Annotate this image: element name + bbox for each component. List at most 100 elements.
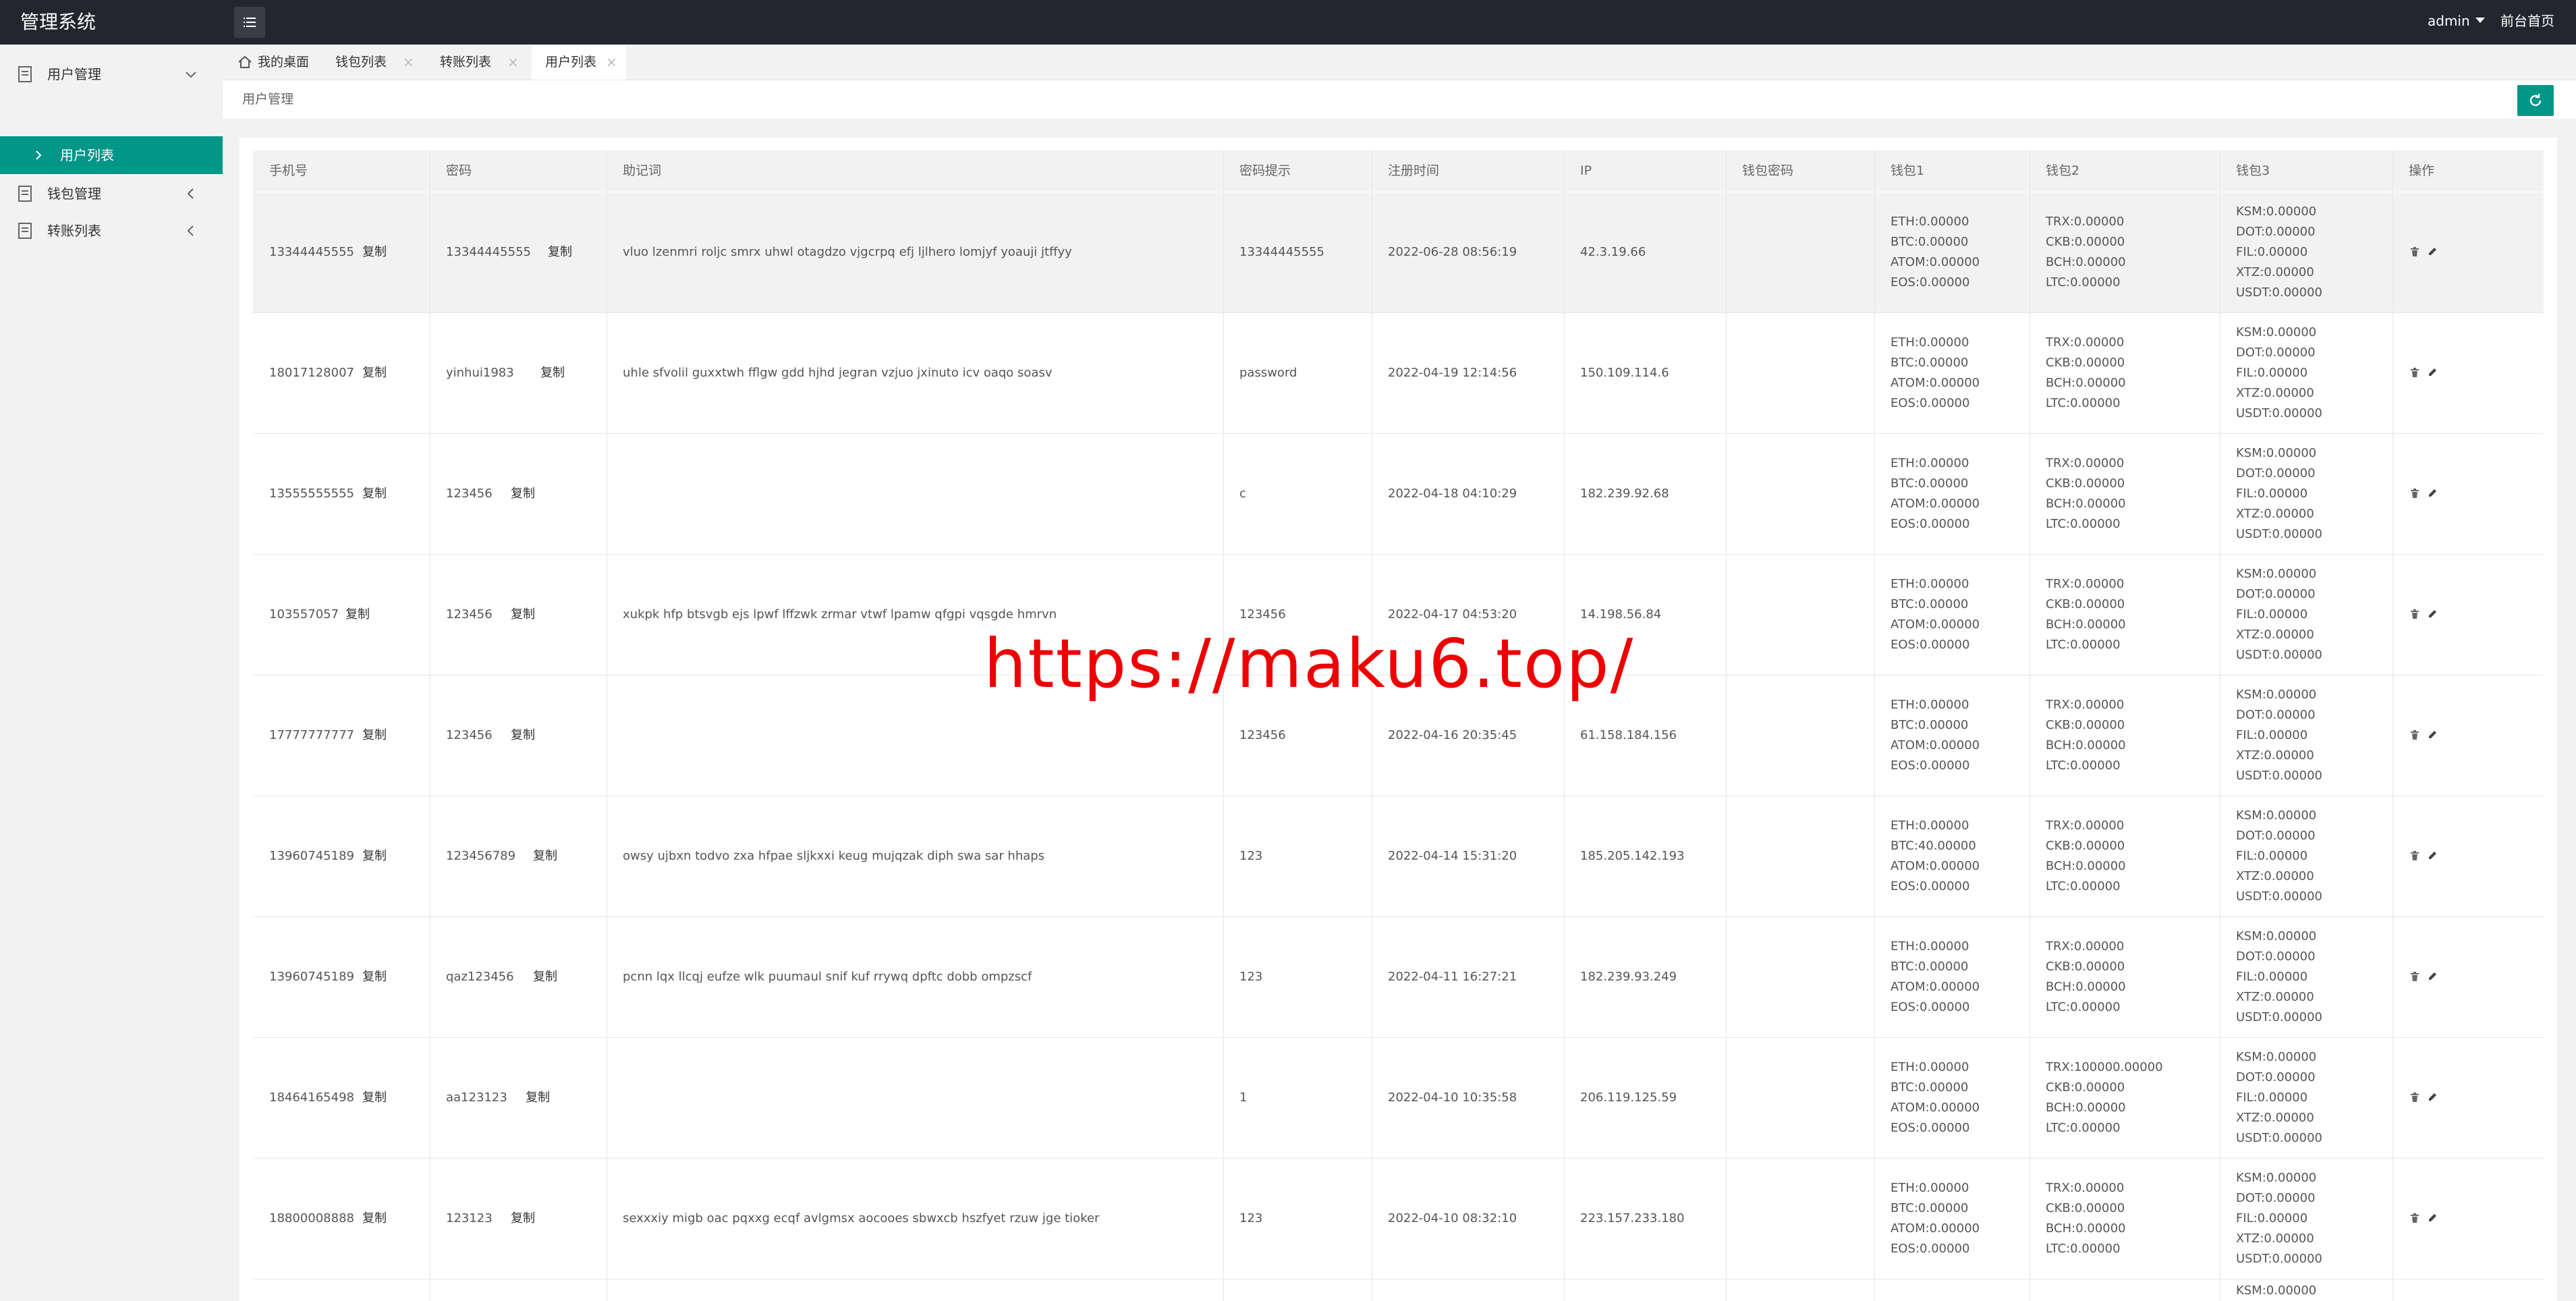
wallet-balance: TRX:0.00000 <box>2046 215 2125 229</box>
wallet-balance: BTC:40.00000 <box>1891 839 1976 853</box>
copy-button[interactable]: 复制 <box>362 434 387 554</box>
column-header-wallet3: 钱包3 <box>2236 163 2270 178</box>
copy-button[interactable]: 复制 <box>345 555 370 675</box>
delete-icon[interactable] <box>2409 367 2420 378</box>
wallet2-cell: TRX:0.00000 CKB:0.00000 BCH:0.00000 LTC:0.0… <box>2046 434 2126 554</box>
wallet2-cell: TRX:0.00000 CKB:0.00000 BCH:0.00000 LTC:0.0… <box>2046 192 2126 312</box>
copy-button[interactable]: 复制 <box>511 555 535 675</box>
password-hint-value: 123 <box>1239 1211 1263 1225</box>
chevron-left-icon <box>187 188 194 199</box>
table-row: 18017128007 复制 yinhui1983 复制 uhle sfvolil gu… <box>253 313 2544 434</box>
wallet-balance: ATOM:0.00000 <box>1891 617 1980 632</box>
wallet-balance: EOS:0.00000 <box>1891 879 1970 893</box>
edit-icon[interactable] <box>2427 971 2438 982</box>
wallet-balance: USDT:0.00000 <box>2236 1010 2322 1024</box>
menu-toggle-button[interactable] <box>234 7 265 38</box>
edit-icon[interactable] <box>2427 1092 2438 1103</box>
close-icon[interactable]: × <box>507 45 519 80</box>
copy-button[interactable]: 复制 <box>362 192 387 312</box>
wallet3-cell: KSM:0.00000 DOT:0.00000 FIL:0.00000 XTZ:0.0… <box>2236 1038 2322 1158</box>
frontend-home-link[interactable]: 前台首页 <box>2500 0 2554 45</box>
sidebar-item-transfer-list[interactable]: 转账列表 <box>0 212 223 250</box>
delete-icon[interactable] <box>2409 850 2420 861</box>
copy-button[interactable]: 复制 <box>362 1038 387 1158</box>
wallet1-cell: ETH:0.00000 BTC:0.00000 ATOM:0.00000 EOS:0.… <box>1891 555 1980 675</box>
copy-button[interactable]: 复制 <box>511 675 535 796</box>
copy-button[interactable]: 复制 <box>362 796 387 916</box>
sidebar-item-user-list[interactable]: 用户列表 <box>0 136 223 174</box>
chevron-right-icon <box>36 150 42 160</box>
breadcrumb[interactable]: 用户管理 <box>242 80 293 119</box>
wallet-balance: ETH:0.00000 <box>1891 819 1969 833</box>
wallet-balance: ATOM:0.00000 <box>1891 1221 1980 1236</box>
wallet-balance: LTC:0.00000 <box>2046 275 2121 289</box>
wallet-balance: BTC:0.00000 <box>1891 718 1969 732</box>
wallet-balance: TRX:100000.00000 <box>2046 1060 2163 1074</box>
sidebar-item-user-management[interactable]: 用户管理 <box>0 55 223 93</box>
delete-icon[interactable] <box>2409 488 2420 499</box>
wallet-balance: USDT:0.00000 <box>2236 285 2322 300</box>
chevron-down-icon <box>186 72 196 78</box>
copy-button[interactable]: 复制 <box>362 675 387 796</box>
wallet-balance: XTZ:0.00000 <box>2236 1111 2314 1125</box>
copy-button[interactable]: 复制 <box>362 917 387 1037</box>
wallet-balance: LTC:0.00000 <box>2046 517 2121 531</box>
copy-button[interactable]: 复制 <box>511 434 535 554</box>
delete-icon[interactable] <box>2409 246 2420 257</box>
copy-button[interactable]: 复制 <box>362 313 387 433</box>
delete-icon[interactable] <box>2409 609 2420 619</box>
edit-icon[interactable] <box>2427 609 2438 619</box>
wallet-balance: TRX:0.00000 <box>2046 819 2125 833</box>
phone-value: 13960745189 <box>269 849 354 863</box>
wallet-balance: LTC:0.00000 <box>2046 879 2121 893</box>
wallet-balance: DOT:0.00000 <box>2236 708 2316 722</box>
copy-button[interactable]: 复制 <box>511 1159 535 1279</box>
wallet-balance: LTC:0.00000 <box>2046 638 2121 652</box>
wallet-balance: BCH:0.00000 <box>2046 255 2126 269</box>
close-icon[interactable]: × <box>403 45 414 80</box>
wallet-balance: EOS:0.00000 <box>1891 517 1970 531</box>
table-row: KSM:0.00000 <box>253 1274 2544 1301</box>
list-icon <box>244 18 256 27</box>
tab-user-list[interactable]: 用户列表 × <box>532 45 626 80</box>
copy-button[interactable]: 复制 <box>526 1038 550 1158</box>
tab-wallet-list[interactable]: 钱包列表 × <box>335 45 430 80</box>
user-menu[interactable]: admin <box>2428 0 2485 45</box>
refresh-button[interactable] <box>2517 85 2554 116</box>
sidebar-item-wallet-management[interactable]: 钱包管理 <box>0 175 223 213</box>
copy-button[interactable]: 复制 <box>548 192 572 312</box>
wallet-balance: KSM:0.00000 <box>2236 1050 2317 1064</box>
wallet-balance: XTZ:0.00000 <box>2236 265 2314 279</box>
wallet-balance: KSM:0.00000 <box>2236 1171 2317 1185</box>
wallet-balance: KSM:0.00000 <box>2236 567 2317 581</box>
wallet1-cell: ETH:0.00000 BTC:0.00000 ATOM:0.00000 EOS:0.… <box>1891 313 1980 433</box>
copy-button[interactable]: 复制 <box>362 1159 387 1279</box>
delete-icon[interactable] <box>2409 1213 2420 1223</box>
delete-icon[interactable] <box>2409 729 2420 740</box>
edit-icon[interactable] <box>2427 488 2438 499</box>
copy-button[interactable]: 复制 <box>540 313 565 433</box>
edit-icon[interactable] <box>2427 367 2438 378</box>
copy-button[interactable]: 复制 <box>533 917 557 1037</box>
wallet-balance: CKB:0.00000 <box>2046 476 2125 491</box>
mnemonic-value: uhle sfvolil guxxtwh fflgw gdd hjhd jegr… <box>623 366 1053 380</box>
close-icon[interactable]: × <box>606 45 617 80</box>
tab-my-desktop[interactable]: 我的桌面 <box>235 45 316 80</box>
wallet-balance: EOS:0.00000 <box>1891 396 1970 410</box>
delete-icon[interactable] <box>2409 971 2420 982</box>
copy-button[interactable]: 复制 <box>533 796 557 916</box>
password-value: 123456 <box>446 607 493 621</box>
delete-icon[interactable] <box>2409 1092 2420 1103</box>
tab-transfer-list[interactable]: 转账列表 × <box>440 45 534 80</box>
wallet3-cell: KSM:0.00000 DOT:0.00000 FIL:0.00000 XTZ:0.0… <box>2236 555 2322 675</box>
edit-icon[interactable] <box>2427 246 2438 257</box>
tab-label: 用户列表 <box>545 55 597 70</box>
edit-icon[interactable] <box>2427 729 2438 740</box>
wallet-balance: XTZ:0.00000 <box>2236 869 2314 883</box>
edit-icon[interactable] <box>2427 1213 2438 1223</box>
wallet-balance: ETH:0.00000 <box>1891 939 1969 953</box>
wallet1-cell: ETH:0.00000 BTC:0.00000 ATOM:0.00000 EOS:0.… <box>1891 1159 1980 1279</box>
wallet-balance: CKB:0.00000 <box>2046 1080 2125 1095</box>
edit-icon[interactable] <box>2427 850 2438 861</box>
register-time-value: 2022-04-10 10:35:58 <box>1388 1090 1517 1105</box>
